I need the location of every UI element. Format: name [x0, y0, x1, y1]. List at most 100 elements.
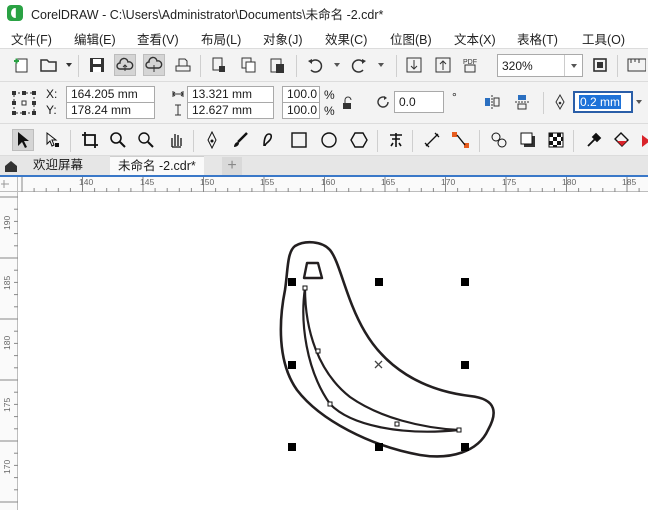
selection-handle-top-left[interactable]	[288, 278, 296, 286]
window-title: CorelDRAW - C:\Users\Administrator\Docum…	[31, 7, 384, 22]
redo-dropdown-icon[interactable]	[370, 54, 392, 76]
menu-layout[interactable]: 布局(L)	[201, 29, 241, 48]
object-origin-icon[interactable]	[11, 90, 37, 116]
y-label: Y:	[46, 103, 57, 117]
outline-width-field[interactable]: 0.2 mm	[573, 91, 633, 113]
lock-ratio-icon[interactable]	[342, 96, 354, 113]
banana-stem-shape[interactable]	[302, 261, 324, 280]
tab-document[interactable]: 未命名 -2.cdr*	[110, 156, 204, 175]
document-tab-bar: 欢迎屏幕 未命名 -2.cdr* +	[0, 156, 648, 177]
y-position-field[interactable]: 178.24 mm	[66, 102, 155, 119]
zoom-out-tool-icon[interactable]	[135, 129, 157, 151]
outline-width-dropdown-icon[interactable]	[633, 91, 645, 113]
selection-center-marker[interactable]	[374, 360, 383, 369]
eyedropper-tool-icon[interactable]	[583, 129, 605, 151]
menu-object[interactable]: 对象(J)	[263, 29, 303, 48]
home-icon[interactable]	[0, 156, 22, 175]
blend-tool-icon[interactable]	[488, 129, 510, 151]
separator	[617, 55, 618, 77]
menu-text[interactable]: 文本(X)	[454, 29, 496, 48]
menu-effects[interactable]: 效果(C)	[325, 29, 367, 48]
full-screen-preview-icon[interactable]	[589, 54, 611, 76]
shape-tool-icon[interactable]	[42, 129, 64, 151]
separator	[412, 130, 413, 152]
smart-drawing-icon[interactable]	[258, 129, 280, 151]
publish-pdf-icon[interactable]: PDF	[460, 54, 482, 76]
mirror-vertical-icon[interactable]	[511, 91, 533, 113]
add-tab-button[interactable]: +	[222, 157, 242, 175]
banana-outline-shape[interactable]	[279, 240, 495, 458]
scale-height-field[interactable]: 100.0	[282, 102, 320, 119]
toolbox	[0, 124, 648, 156]
node-point[interactable]	[315, 348, 321, 354]
cloud-upload-icon[interactable]	[114, 54, 136, 76]
width-field[interactable]: 13.321 mm	[187, 86, 274, 103]
save-icon[interactable]	[86, 54, 108, 76]
export-icon[interactable]	[432, 54, 454, 76]
x-position-field[interactable]: 164.205 mm	[66, 86, 155, 103]
zoom-dropdown-icon[interactable]	[564, 55, 582, 76]
rotation-field[interactable]: 0.0	[394, 91, 444, 113]
selection-handle-top-right[interactable]	[461, 278, 469, 286]
menu-bitmaps[interactable]: 位图(B)	[390, 29, 432, 48]
new-document-icon[interactable]	[11, 54, 33, 76]
selection-handle-bottom-left[interactable]	[288, 443, 296, 451]
menu-file[interactable]: 文件(F)	[11, 29, 52, 48]
undo-icon[interactable]	[304, 54, 326, 76]
import-icon[interactable]	[403, 54, 425, 76]
freehand-tool-icon[interactable]	[201, 129, 223, 151]
import-data-icon[interactable]	[208, 54, 230, 76]
zoom-level-combobox[interactable]: 320%	[497, 54, 583, 77]
copy-icon[interactable]	[237, 54, 259, 76]
menu-table[interactable]: 表格(T)	[517, 29, 558, 48]
undo-dropdown-icon[interactable]	[326, 54, 348, 76]
selection-handle-middle-left[interactable]	[288, 361, 296, 369]
mirror-horizontal-icon[interactable]	[481, 91, 503, 113]
ruler-corner[interactable]	[0, 177, 18, 192]
transparency-tool-icon[interactable]	[545, 129, 567, 151]
horizontal-ruler[interactable]: 140 145 150 155 160 165 170 175 180 185	[18, 177, 648, 192]
menu-tools[interactable]: 工具(O)	[582, 29, 625, 48]
open-folder-icon[interactable]	[38, 54, 60, 76]
rulers-options-icon[interactable]	[625, 54, 647, 76]
connector-tool-icon[interactable]	[450, 129, 472, 151]
vertical-ruler[interactable]: 190 185 180 175 170	[0, 192, 18, 510]
percent-label: %	[324, 104, 335, 118]
selection-handle-bottom-center[interactable]	[375, 443, 383, 451]
selection-handle-bottom-right[interactable]	[461, 443, 469, 451]
zoom-tool-icon[interactable]	[107, 129, 129, 151]
interactive-fill-icon[interactable]	[611, 129, 633, 151]
print-icon[interactable]	[172, 54, 194, 76]
separator	[396, 55, 397, 77]
paste-icon[interactable]	[266, 54, 288, 76]
node-point[interactable]	[394, 421, 400, 427]
ellipse-tool-icon[interactable]	[318, 129, 340, 151]
dimension-tool-icon[interactable]	[421, 129, 443, 151]
node-point[interactable]	[456, 427, 462, 433]
smart-fill-icon[interactable]	[635, 129, 648, 151]
rectangle-tool-icon[interactable]	[288, 129, 310, 151]
selection-handle-middle-right[interactable]	[461, 361, 469, 369]
selection-handle-top-center[interactable]	[375, 278, 383, 286]
cloud-download-icon[interactable]	[143, 54, 165, 76]
node-point[interactable]	[327, 401, 333, 407]
polygon-tool-icon[interactable]	[348, 129, 370, 151]
text-tool-icon[interactable]	[385, 129, 407, 151]
drop-shadow-icon[interactable]	[517, 129, 539, 151]
artistic-media-icon[interactable]	[230, 129, 252, 151]
redo-icon[interactable]	[348, 54, 370, 76]
node-point[interactable]	[302, 285, 308, 291]
menu-edit[interactable]: 编辑(E)	[74, 29, 116, 48]
rotate-icon	[375, 94, 391, 113]
property-bar: X: Y: 164.205 mm 178.24 mm 13.321 mm 12.…	[0, 82, 648, 124]
scale-width-field[interactable]: 100.0	[282, 86, 320, 103]
open-dropdown-icon[interactable]	[58, 54, 80, 76]
drawing-canvas[interactable]	[19, 193, 648, 510]
banana-inner-curve[interactable]	[302, 286, 461, 433]
menu-view[interactable]: 查看(V)	[137, 29, 179, 48]
crop-tool-icon[interactable]	[79, 129, 101, 151]
pan-tool-icon[interactable]	[165, 129, 187, 151]
height-field[interactable]: 12.627 mm	[187, 102, 274, 119]
tab-welcome-screen[interactable]: 欢迎屏幕	[25, 156, 91, 175]
pick-tool-icon[interactable]	[12, 129, 34, 151]
